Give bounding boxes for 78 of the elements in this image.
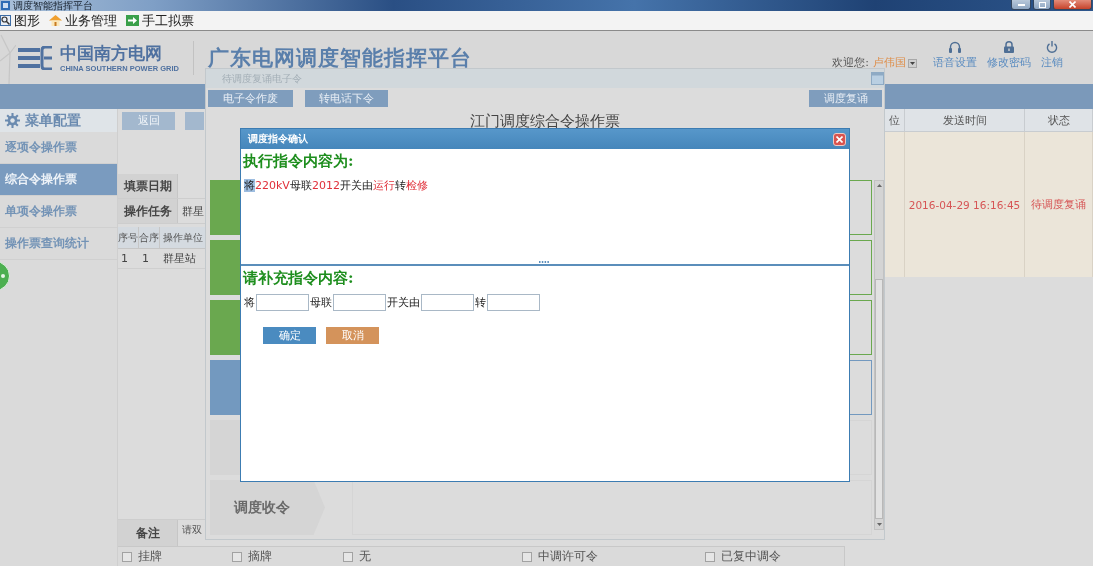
header-action[interactable]: 语音设置	[933, 41, 977, 70]
caret-icon	[910, 62, 915, 65]
field-label: 转	[475, 295, 486, 310]
menu-item[interactable]: 业务管理	[49, 11, 119, 30]
settings-icon	[5, 113, 20, 128]
caret-up-icon[interactable]	[876, 184, 882, 187]
checkbox-label: 已复中调令	[721, 548, 781, 565]
panel-heading: 江门调度综合令操作票	[469, 111, 621, 132]
instruction-text: 将220kV母联2012开关由运行转检修	[244, 179, 429, 193]
remarks-value: 请双	[181, 523, 202, 537]
minimize-icon	[1017, 3, 1025, 6]
dialog-button[interactable]: 确定	[263, 327, 316, 344]
menu-item[interactable]: 手工拟票	[126, 11, 196, 30]
toolbar-button[interactable]: 调度复诵	[809, 90, 882, 107]
scrollbar[interactable]	[874, 180, 884, 530]
field-label: 填票日期	[118, 174, 178, 198]
section-heading: 执行指令内容为:	[243, 152, 355, 171]
toolbar-button[interactable]: 电子令作废	[208, 90, 293, 107]
sidebar-item[interactable]: 综合令操作票	[0, 164, 117, 196]
headphones-icon	[949, 41, 961, 53]
dialog-button[interactable]: 取消	[326, 327, 379, 344]
field-value: 群星	[181, 203, 204, 220]
table-header-cell: 合序	[139, 227, 160, 249]
house-icon	[49, 15, 62, 26]
table-cell: 1	[139, 249, 160, 269]
close-icon	[836, 135, 843, 143]
dialog-title: 调度指令确认	[248, 132, 308, 146]
input-field[interactable]	[421, 294, 474, 311]
table-header-cell: 操作单位	[160, 227, 206, 249]
input-field[interactable]	[256, 294, 309, 311]
minimize-button[interactable]	[1011, 0, 1031, 10]
scrollbar-thumb[interactable]	[875, 279, 883, 519]
checkbox[interactable]	[343, 551, 353, 562]
checkbox-label: 无	[359, 548, 371, 565]
checkbox-label: 摘牌	[248, 548, 272, 565]
sidebar-title: 菜单配置	[25, 111, 81, 130]
checkbox[interactable]	[522, 551, 532, 562]
table-row[interactable]: 2016-04-29 16:16:45 待调度复诵	[885, 132, 1093, 277]
input-field[interactable]	[487, 294, 540, 311]
welcome-text: 欢迎您:	[832, 55, 869, 70]
checkbox[interactable]	[705, 551, 715, 562]
field-label: 将	[244, 295, 255, 310]
toolbar-button[interactable]: 转电话下令	[305, 90, 388, 107]
close-button[interactable]	[1053, 0, 1092, 10]
lock-icon	[1003, 41, 1015, 53]
checkbox[interactable]	[232, 551, 242, 562]
maximize-icon	[1038, 1, 1046, 8]
field-label: 开关由	[387, 295, 420, 310]
section-heading: 请补充指令内容:	[243, 269, 355, 288]
checkbox[interactable]	[122, 551, 132, 562]
back-button[interactable]: 返回	[122, 111, 175, 130]
table-cell: 待调度复诵	[1031, 197, 1086, 212]
platform-title: 广东电网调度智能指挥平台	[207, 44, 472, 72]
arrow-square-icon	[126, 15, 139, 26]
menu-item[interactable]: 图形	[0, 11, 42, 30]
user-dropdown-button[interactable]	[908, 59, 917, 68]
close-icon	[1069, 1, 1076, 8]
maximize-button[interactable]	[1033, 0, 1051, 10]
table-header-cell: 序号	[118, 227, 139, 249]
caret-down-icon[interactable]	[876, 523, 882, 526]
table-cell: 1	[118, 249, 139, 269]
window-title: 调度智能指挥平台	[13, 0, 93, 11]
field-label: 备注	[118, 520, 178, 546]
grid-logo-icon	[18, 45, 52, 70]
checkbox-label: 挂牌	[138, 548, 162, 565]
table-cell: 2016-04-29 16:16:45	[908, 198, 1021, 211]
toolbar-button[interactable]	[185, 111, 204, 130]
field-label: 操作任务	[118, 199, 178, 223]
field-label: 母联	[310, 295, 332, 310]
logo-text: 中国南方电网	[60, 42, 163, 64]
checkbox-label: 中调许可令	[538, 548, 598, 565]
app-icon	[1, 1, 10, 10]
header-action[interactable]: 修改密码	[987, 41, 1031, 70]
power-icon	[1046, 41, 1058, 53]
user-name: 卢伟国	[873, 55, 906, 70]
header-action[interactable]: 注销	[1041, 41, 1063, 70]
window-icon[interactable]	[871, 72, 884, 85]
input-field[interactable]	[333, 294, 386, 311]
